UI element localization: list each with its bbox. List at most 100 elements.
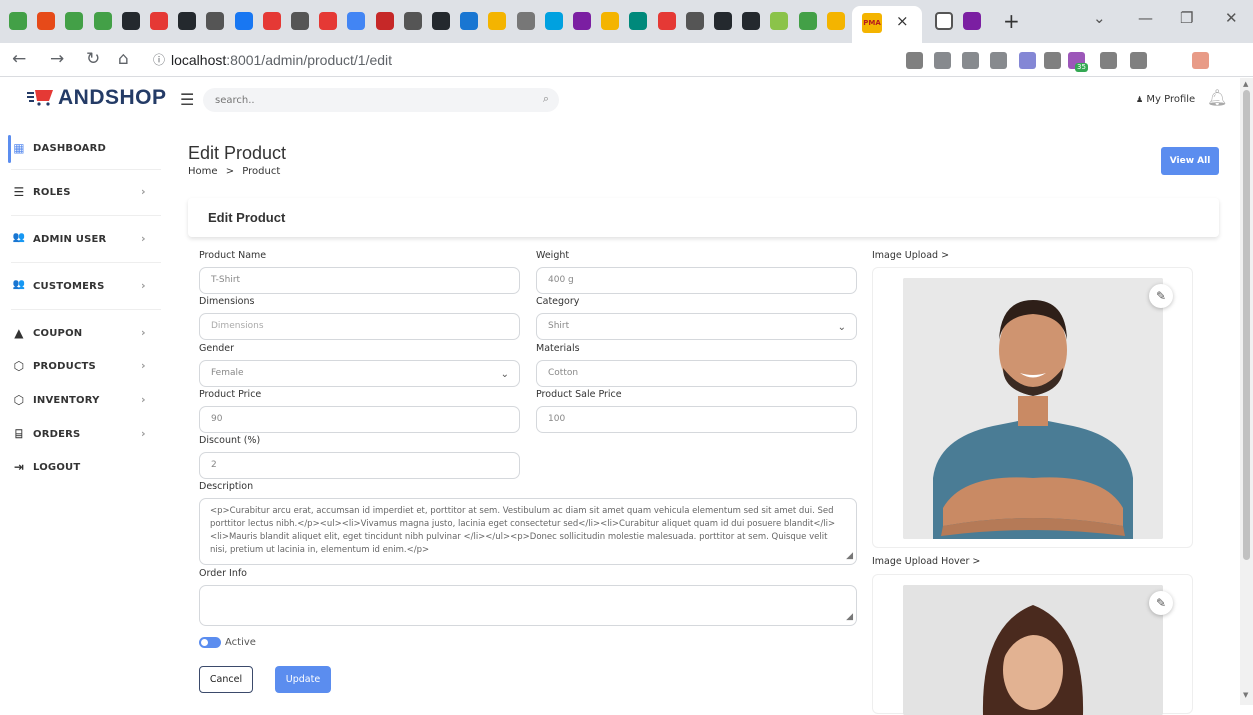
extension-icon[interactable] <box>990 52 1007 69</box>
sidebar-item-dashboard[interactable]: ▦ DASHBOARD <box>8 135 161 163</box>
tab-favicon-icon[interactable] <box>65 12 84 30</box>
tab-favicon-icon[interactable] <box>93 12 112 30</box>
reload-icon[interactable]: ↻ <box>86 49 100 69</box>
extension-icon[interactable] <box>1100 52 1117 69</box>
back-icon[interactable]: ← <box>12 49 26 69</box>
tab-favicon-icon[interactable] <box>121 12 140 30</box>
tab-favicon-icon[interactable] <box>432 12 450 30</box>
product-sale-price-input[interactable]: 100 <box>536 406 857 433</box>
extension-icon[interactable] <box>906 52 923 69</box>
search-icon[interactable]: ⌕ <box>543 92 549 106</box>
bootstrap-tab-icon[interactable] <box>963 12 981 30</box>
brand-logo[interactable]: ANDSHOP <box>27 86 167 110</box>
home-icon[interactable]: ⌂ <box>118 49 129 69</box>
search-input[interactable] <box>203 88 523 113</box>
dimensions-input[interactable]: Dimensions <box>199 313 520 340</box>
tab-favicon-icon[interactable] <box>685 12 704 30</box>
active-tab[interactable]: PMA × <box>852 6 922 43</box>
sidebar-item-admin-user[interactable]: 👥 ADMIN USER › <box>11 228 161 252</box>
tab-favicon-icon[interactable] <box>178 12 197 30</box>
product-hover-image-preview[interactable] <box>903 585 1163 715</box>
info-icon[interactable]: ⓘ <box>153 46 165 74</box>
extension-icon[interactable] <box>1130 52 1147 69</box>
bell-icon[interactable]: 🔔︎ <box>1207 88 1227 107</box>
breadcrumb-home[interactable]: Home <box>188 166 218 177</box>
sidebar-item-coupon[interactable]: ▲ COUPON › <box>11 322 161 346</box>
sidebar-item-roles[interactable]: ☰ ROLES › <box>11 181 161 205</box>
update-button[interactable]: Update <box>275 666 331 693</box>
tab-favicon-icon[interactable] <box>798 12 817 30</box>
image-upload-label[interactable]: Image Upload > <box>872 250 949 261</box>
extension-icon[interactable] <box>1019 52 1036 69</box>
window-close-icon[interactable]: ✕ <box>1225 9 1238 27</box>
tab-favicon-icon[interactable] <box>9 12 27 30</box>
tab-favicon-icon[interactable] <box>826 12 845 30</box>
product-sale-price-label: Product Sale Price <box>536 389 622 400</box>
tab-favicon-icon[interactable] <box>488 12 507 30</box>
tab-favicon-icon[interactable] <box>150 12 168 30</box>
camera-tab-icon[interactable] <box>935 12 953 30</box>
menu-toggle-icon[interactable]: ☰ <box>180 90 194 109</box>
tab-favicon-icon[interactable] <box>234 12 253 30</box>
description-textarea[interactable]: <p>Curabitur arcu erat, accumsan id impe… <box>199 498 857 565</box>
tab-favicon-icon[interactable] <box>601 12 620 30</box>
tab-favicon-icon[interactable] <box>460 12 479 30</box>
tab-favicon-icon[interactable] <box>770 12 789 30</box>
page-scrollbar[interactable]: ▲ ▼ <box>1240 78 1253 705</box>
tab-favicon-icon[interactable] <box>742 12 761 30</box>
scroll-up-icon[interactable]: ▲ <box>1243 80 1248 88</box>
category-select[interactable]: Shirt ⌄ <box>536 313 857 340</box>
address-bar[interactable]: ⓘ localhost:8001/admin/product/1/edit <box>147 46 887 74</box>
tab-favicon-icon[interactable] <box>375 12 394 30</box>
new-tab-button[interactable]: + <box>1003 9 1020 33</box>
tab-favicon-icon[interactable] <box>206 12 225 30</box>
scrollbar-thumb[interactable] <box>1243 90 1250 560</box>
product-image-preview[interactable] <box>903 278 1163 539</box>
sidebar-item-orders[interactable]: ⌸ ORDERS › <box>11 423 161 447</box>
restore-icon[interactable]: ❐ <box>1180 9 1193 27</box>
product-name-input[interactable]: T-Shirt <box>199 267 520 294</box>
tab-favicon-icon[interactable] <box>262 12 281 30</box>
cancel-button[interactable]: Cancel <box>199 666 253 693</box>
scroll-down-icon[interactable]: ▼ <box>1243 691 1248 699</box>
chevron-right-icon: › <box>141 326 146 339</box>
tab-favicon-icon[interactable] <box>657 12 676 30</box>
close-tab-icon[interactable]: × <box>896 12 909 30</box>
tab-favicon-icon[interactable] <box>714 12 732 30</box>
weight-input[interactable]: 400 g <box>536 267 857 294</box>
sidebar-item-inventory[interactable]: ⬡ INVENTORY › <box>11 389 161 413</box>
resize-handle-icon[interactable]: ◢ <box>846 611 853 624</box>
sidebar-item-customers[interactable]: 👥 CUSTOMERS › <box>11 275 161 299</box>
product-price-input[interactable]: 90 <box>199 406 520 433</box>
materials-input[interactable]: Cotton <box>536 360 857 387</box>
extension-icon[interactable] <box>1192 52 1209 69</box>
sidebar-item-logout[interactable]: ⇥ LOGOUT <box>11 456 161 480</box>
extension-icon[interactable] <box>934 52 951 69</box>
coupon-icon: ▲ <box>14 326 24 340</box>
my-profile-link[interactable]: ♟ My Profile <box>1136 94 1195 105</box>
minimize-icon[interactable]: — <box>1138 9 1153 27</box>
tab-favicon-icon[interactable] <box>403 12 422 30</box>
gender-select[interactable]: Female ⌄ <box>199 360 520 387</box>
edit-image-button[interactable]: ✎ <box>1149 284 1173 308</box>
discount-input[interactable]: 2 <box>199 452 520 479</box>
view-all-button[interactable]: View All <box>1161 147 1219 175</box>
tab-favicon-icon[interactable] <box>544 12 563 30</box>
tab-favicon-icon[interactable] <box>629 12 648 30</box>
active-toggle[interactable] <box>199 637 221 648</box>
extension-icon[interactable] <box>1044 52 1061 69</box>
tab-favicon-icon[interactable] <box>347 12 366 30</box>
tab-favicon-icon[interactable] <box>573 12 591 30</box>
tab-favicon-icon[interactable] <box>319 12 338 30</box>
tab-search-icon[interactable]: ⌄ <box>1093 9 1106 27</box>
tab-favicon-icon[interactable] <box>37 12 56 30</box>
order-info-textarea[interactable]: ◢ <box>199 585 857 626</box>
sidebar-item-products[interactable]: ⬡ PRODUCTS › <box>11 355 161 379</box>
tab-favicon-icon[interactable] <box>291 12 309 30</box>
tab-favicon-icon[interactable] <box>516 12 535 30</box>
extension-icon[interactable] <box>962 52 979 69</box>
forward-icon[interactable]: → <box>50 49 64 69</box>
image-upload-hover-label[interactable]: Image Upload Hover > <box>872 556 980 567</box>
edit-hover-image-button[interactable]: ✎ <box>1149 591 1173 615</box>
resize-handle-icon[interactable]: ◢ <box>846 550 853 563</box>
